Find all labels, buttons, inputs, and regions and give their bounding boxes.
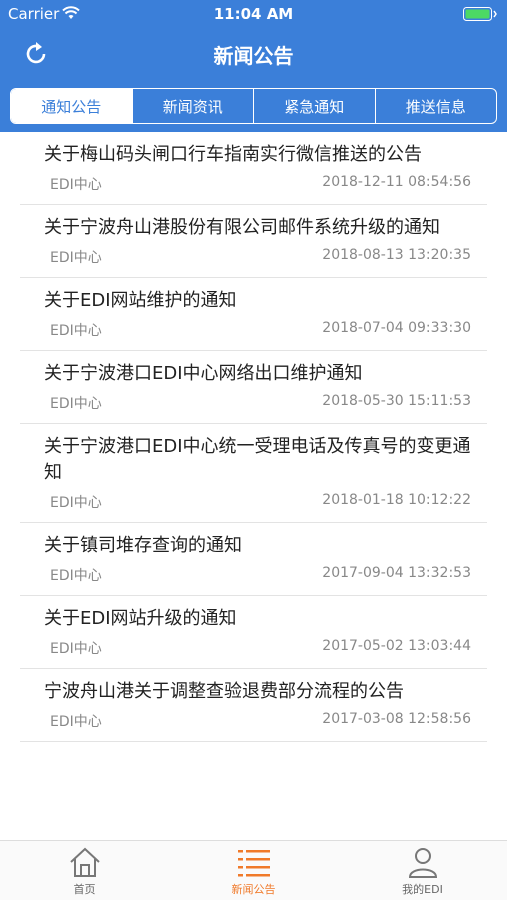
item-date: 2018-07-04 09:33:30 <box>322 320 471 336</box>
tab-news[interactable]: 新闻资讯 <box>133 89 254 123</box>
item-title: 关于EDI网站维护的通知 <box>44 290 237 311</box>
tabbar-mine-label: 我的EDI <box>402 882 443 896</box>
list-item[interactable]: 关于EDI网站维护的通知 EDI中心 2018-07-04 09:33:30 <box>20 278 487 351</box>
item-title: 关于宁波港口EDI中心统一受理电话及传真号的变更通知 <box>44 436 471 483</box>
item-source: EDI中心 <box>50 568 102 584</box>
tab-notice[interactable]: 通知公告 <box>11 89 133 123</box>
item-source: EDI中心 <box>50 641 102 657</box>
item-title: 关于镇司堆存查询的通知 <box>44 535 242 556</box>
list-item[interactable]: 关于宁波港口EDI中心统一受理电话及传真号的变更通知 EDI中心 2018-01-… <box>20 424 487 523</box>
item-date: 2018-01-18 10:12:22 <box>322 492 471 508</box>
item-source: EDI中心 <box>50 177 102 193</box>
news-list: 关于梅山码头闸口行车指南实行微信推送的公告 EDI中心 2018-12-11 08… <box>0 132 507 840</box>
list-item[interactable]: 关于宁波舟山港股份有限公司邮件系统升级的通知 EDI中心 2018-08-13 1… <box>20 205 487 278</box>
item-title: 宁波舟山港关于调整查验退费部分流程的公告 <box>44 681 404 702</box>
list-icon <box>237 849 270 876</box>
tabs-area: 通知公告 新闻资讯 紧急通知 推送信息 <box>0 80 507 132</box>
list-item[interactable]: 关于宁波港口EDI中心网络出口维护通知 EDI中心 2018-05-30 15:1… <box>20 351 487 424</box>
list-item[interactable]: 宁波舟山港关于调整查验退费部分流程的公告 EDI中心 2017-03-08 12:… <box>20 669 487 742</box>
page-title: 新闻公告 <box>213 44 294 68</box>
status-time: 11:04 AM <box>213 5 294 23</box>
item-title: 关于梅山码头闸口行车指南实行微信推送的公告 <box>44 144 422 165</box>
item-title: 关于宁波舟山港股份有限公司邮件系统升级的通知 <box>44 217 440 238</box>
tab-urgent[interactable]: 紧急通知 <box>254 89 376 123</box>
navbar: 新闻公告 <box>0 28 507 80</box>
tabbar-news[interactable]: 新闻公告 <box>169 841 338 900</box>
segmented-tabs: 通知公告 新闻资讯 紧急通知 推送信息 <box>10 88 497 124</box>
list-item[interactable]: 关于EDI网站升级的通知 EDI中心 2017-05-02 13:03:44 <box>20 596 487 669</box>
item-source: EDI中心 <box>50 323 102 339</box>
item-date: 2018-12-11 08:54:56 <box>322 174 471 190</box>
tab-push[interactable]: 推送信息 <box>376 89 497 123</box>
user-icon <box>408 847 437 878</box>
item-source: EDI中心 <box>50 495 102 511</box>
item-source: EDI中心 <box>50 714 102 730</box>
tabbar-home-label: 首页 <box>73 882 96 896</box>
item-date: 2017-09-04 13:32:53 <box>322 565 471 581</box>
list-item[interactable]: 关于镇司堆存查询的通知 EDI中心 2017-09-04 13:32:53 <box>20 523 487 596</box>
item-date: 2018-08-13 13:20:35 <box>322 247 471 263</box>
item-source: EDI中心 <box>50 250 102 266</box>
list-item[interactable]: 关于梅山码头闸口行车指南实行微信推送的公告 EDI中心 2018-12-11 08… <box>20 132 487 205</box>
tabbar-home[interactable]: 首页 <box>0 841 169 900</box>
item-title: 关于EDI网站升级的通知 <box>44 608 237 629</box>
bottom-tab-bar: 首页 新闻公告 我的EDI <box>0 840 507 900</box>
tabbar-news-label: 新闻公告 <box>231 882 276 896</box>
status-bar: Carrier 11:04 AM <box>0 0 507 28</box>
item-date: 2017-03-08 12:58:56 <box>322 711 471 727</box>
home-icon <box>69 847 100 877</box>
battery-icon <box>463 7 497 21</box>
tabbar-mine[interactable]: 我的EDI <box>338 841 507 900</box>
item-date: 2018-05-30 15:11:53 <box>322 393 471 409</box>
item-source: EDI中心 <box>50 396 102 412</box>
item-title: 关于宁波港口EDI中心网络出口维护通知 <box>44 363 363 384</box>
item-date: 2017-05-02 13:03:44 <box>322 638 471 654</box>
